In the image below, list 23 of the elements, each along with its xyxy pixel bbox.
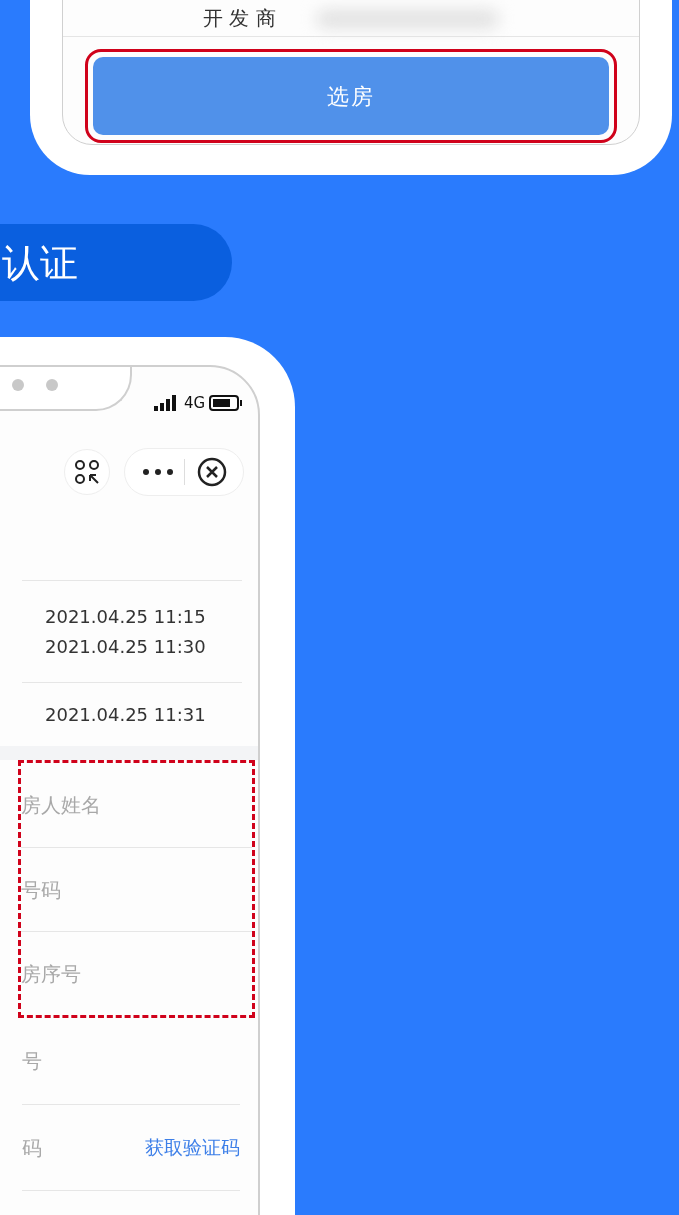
placeholder-text: 号码 [21,879,61,900]
placeholder-text: 房人姓名 [21,795,101,815]
time-value: 2021.04.25 11:30 [45,637,207,656]
input-field[interactable]: 房人姓名 [21,763,252,847]
time-value: 2021.04.25 11:15 [45,607,207,626]
close-icon[interactable] [197,457,227,487]
input-field[interactable]: 号码 [21,847,252,931]
scan-icon [74,459,100,485]
banner-title: 认证 [1,243,78,282]
input-field[interactable]: 房序号 [21,931,252,1015]
time-value: 2021.04.25 11:31 [45,705,207,724]
input-field[interactable]: 号 [22,1018,240,1104]
input-field[interactable]: 码 获取验证码 [22,1104,240,1190]
select-room-button[interactable]: 选房 [93,57,609,135]
mini-program-button[interactable] [64,449,110,495]
get-code-link[interactable]: 获取验证码 [145,1138,240,1157]
network-label: 4G [184,395,206,411]
battery-icon [209,395,244,411]
placeholder-text: 码 [22,1137,42,1158]
placeholder-text: 房序号 [21,963,81,984]
developer-label: 开 发 商 [203,8,276,28]
placeholder-text: 号 [22,1051,42,1071]
more-icon[interactable] [142,468,174,476]
